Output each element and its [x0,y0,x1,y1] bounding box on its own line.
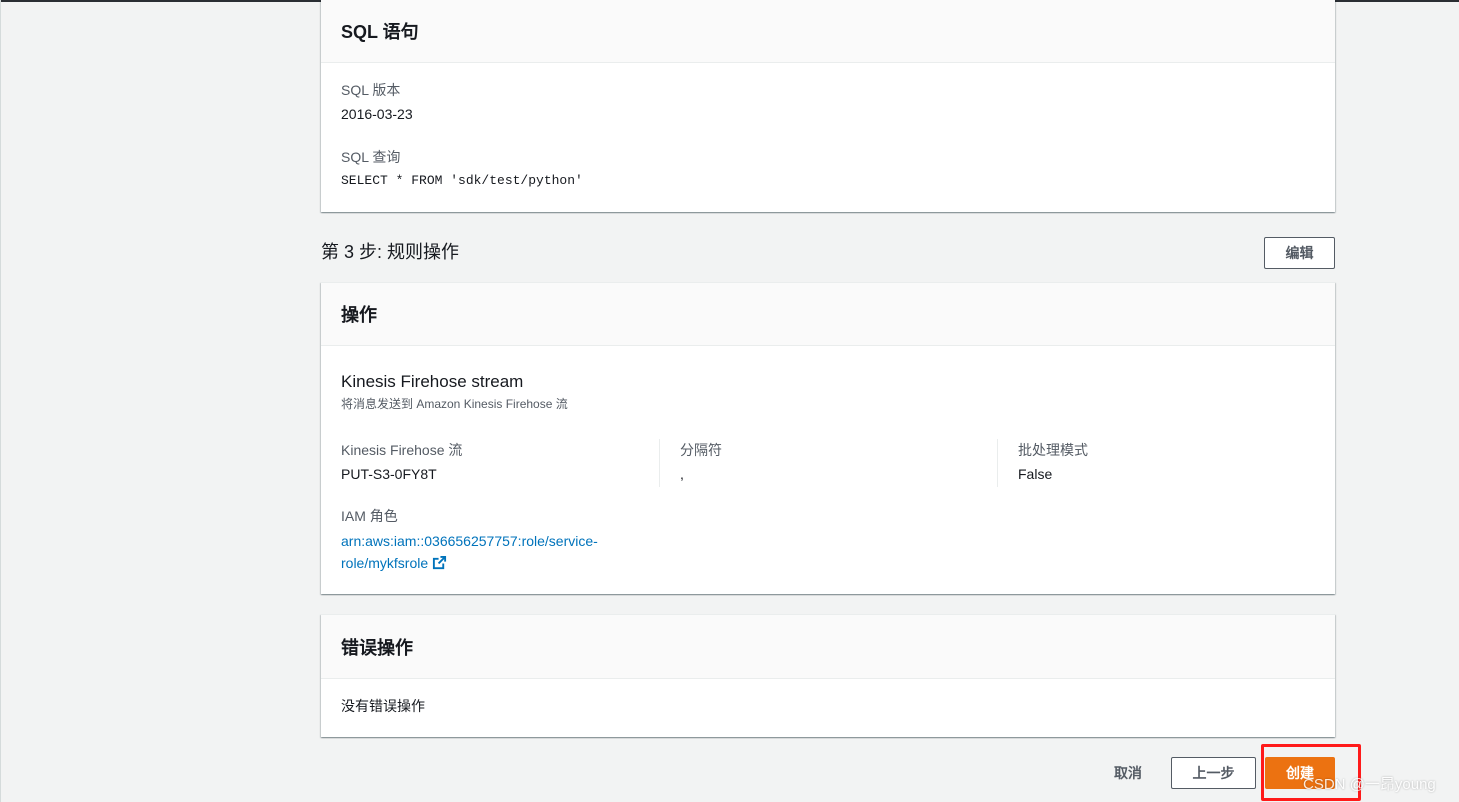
separator-label: 分隔符 [680,442,722,458]
iam-role-link[interactable]: arn:aws:iam::036656257757:role/service- … [341,530,641,575]
actions-panel: 操作 Kinesis Firehose stream 将消息发送到 Amazon… [321,282,1335,594]
sql-version-label: SQL 版本 [341,82,401,98]
separator-value: , [680,466,684,482]
sql-query-value: SELECT * FROM 'sdk/test/python' [341,173,583,188]
previous-button[interactable]: 上一步 [1171,757,1256,789]
stream-column: Kinesis Firehose 流 PUT-S3-0FY8T [341,440,462,484]
sql-version-value: 2016-03-23 [341,106,413,122]
batch-column: 批处理模式 False [1018,440,1088,484]
step3-title: 第 3 步: 规则操作 [321,242,460,262]
stream-value: PUT-S3-0FY8T [341,466,437,482]
external-link-icon[interactable] [432,555,447,575]
sql-panel-header: SQL 语句 [321,0,1335,63]
batch-label: 批处理模式 [1018,442,1088,458]
batch-value: False [1018,466,1053,482]
left-rail [0,0,1,802]
error-panel-title: 错误操作 [341,637,413,658]
error-panel-empty-text: 没有错误操作 [341,698,425,714]
actions-panel-header: 操作 [321,283,1335,346]
cancel-button[interactable]: 取消 [1100,757,1156,789]
column-divider [997,439,998,487]
actions-panel-title: 操作 [341,305,377,325]
separator-column: 分隔符 , [680,440,722,484]
iam-role-label: IAM 角色 [341,508,398,524]
error-actions-panel: 错误操作 没有错误操作 [321,614,1335,737]
stream-label: Kinesis Firehose 流 [341,442,463,458]
error-panel-header: 错误操作 [321,615,1335,679]
edit-button[interactable]: 编辑 [1264,237,1335,269]
sql-query-label: SQL 查询 [341,149,401,165]
sql-statement-panel: SQL 语句 SQL 版本 2016-03-23 SQL 查询 SELECT *… [321,0,1335,212]
iam-role-link-line2-wrap[interactable]: role/mykfsrole [341,552,641,575]
action-description: 将消息发送到 Amazon Kinesis Firehose 流 [341,397,568,411]
watermark-text: CSDN @一昂young [1303,776,1436,793]
iam-role-link-line2[interactable]: role/mykfsrole [341,555,428,571]
column-divider [659,439,660,487]
action-name: Kinesis Firehose stream [341,372,524,391]
sql-panel-title: SQL 语句 [341,22,419,42]
iam-role-link-line1[interactable]: arn:aws:iam::036656257757:role/service- [341,530,641,552]
